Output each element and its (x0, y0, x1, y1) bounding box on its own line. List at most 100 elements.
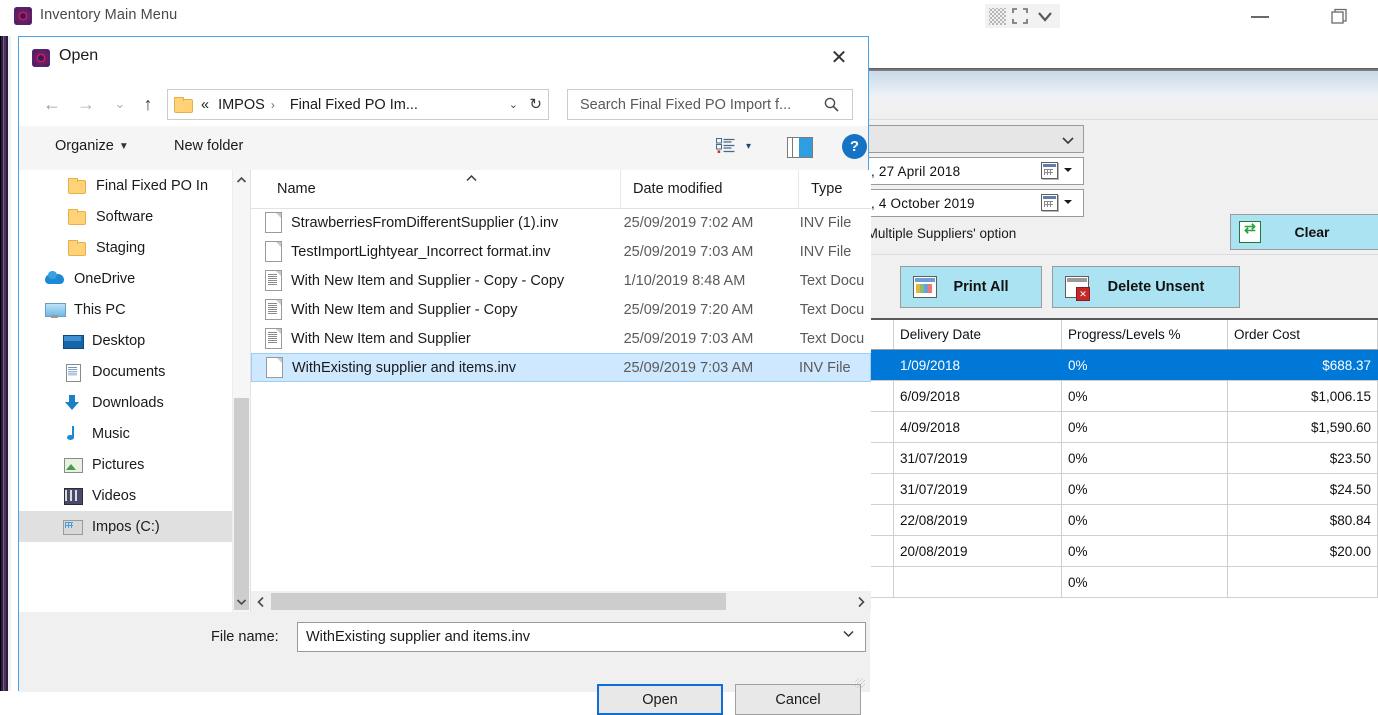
calendar-dropdown-button[interactable] (1041, 162, 1077, 179)
grid-header-progress[interactable]: Progress/Levels % (1062, 320, 1228, 349)
nav-item-label: This PC (74, 301, 126, 318)
nav-item-staging[interactable]: Staging (19, 232, 232, 263)
nav-item-software[interactable]: Software (19, 201, 232, 232)
nav-item-documents[interactable]: Documents (19, 356, 232, 387)
date-to-picker[interactable]: , 4 October 2019 (864, 189, 1084, 217)
cell-delivery-date: 22/08/2019 (894, 505, 1062, 535)
file-list-item[interactable]: StrawberriesFromDifferentSupplier (1).in… (251, 208, 871, 237)
column-header-date-modified[interactable]: Date modified (621, 170, 799, 208)
refresh-icon[interactable]: ↻ (529, 95, 542, 113)
scroll-left-icon[interactable] (253, 593, 269, 610)
file-date-modified: 25/09/2019 7:02 AM (623, 214, 754, 231)
table-row[interactable]: 4/09/2018 0% $1,590.60 (864, 412, 1378, 443)
date-from-picker[interactable]: , 27 April 2018 (864, 157, 1084, 185)
breadcrumb-separator: › (270, 97, 275, 112)
scroll-down-icon[interactable] (233, 592, 250, 612)
preview-pane-icon[interactable] (787, 137, 813, 158)
scrollbar-thumb[interactable] (271, 593, 726, 610)
cancel-button[interactable]: Cancel (735, 684, 861, 715)
nav-item-label: Music (92, 425, 130, 442)
file-list-item[interactable]: WithExisting supplier and items.inv 25/09… (251, 353, 871, 382)
file-list-item[interactable]: TestImportLightyear_Incorrect format.inv… (251, 237, 871, 266)
floating-mini-toolbar[interactable] (985, 4, 1060, 28)
file-list-horizontal-scrollbar[interactable] (251, 591, 871, 612)
nav-item-impos-c[interactable]: Impos (C:) (19, 511, 232, 542)
table-row[interactable]: 22/08/2019 0% $80.84 (864, 505, 1378, 536)
file-list-item[interactable]: With New Item and Supplier 25/09/2019 7:0… (251, 324, 871, 353)
import-panel: , 27 April 2018 , 4 October 2019 'Multip… (860, 32, 1378, 693)
nav-item-final-fixed-po-in[interactable]: Final Fixed PO In (19, 170, 232, 201)
back-button[interactable]: ← (37, 89, 67, 119)
nav-item-downloads[interactable]: Downloads (19, 387, 232, 418)
resize-grip[interactable] (855, 678, 865, 688)
chevron-down-icon[interactable] (842, 629, 855, 641)
pictures-icon (63, 456, 83, 473)
forward-button[interactable]: → (71, 89, 101, 119)
breadcrumb[interactable]: « IMPOS › Final Fixed PO Im... ⌄ ↻ (167, 89, 549, 120)
panel-band (864, 99, 1378, 120)
chevron-down-icon[interactable] (1034, 6, 1056, 26)
cell-progress: 0% (1062, 443, 1228, 473)
purchase-orders-grid[interactable]: Delivery Date Progress/Levels % Order Co… (864, 318, 1378, 693)
file-type: Text Docu (799, 301, 865, 318)
file-list-item[interactable]: With New Item and Supplier - Copy - Copy… (251, 266, 871, 295)
app-window-title: Inventory Main Menu (40, 7, 178, 23)
table-row[interactable]: 0% (864, 567, 1378, 598)
grid-header-order-cost[interactable]: Order Cost (1228, 320, 1378, 349)
date-to-value: , 4 October 2019 (871, 195, 975, 211)
cell-delivery-date: 4/09/2018 (894, 412, 1062, 442)
help-icon[interactable]: ? (842, 134, 867, 159)
app-logo-icon (32, 49, 50, 67)
scrollbar-thumb[interactable] (234, 398, 249, 610)
nav-item-label: Videos (92, 487, 137, 504)
table-row[interactable]: 31/07/2019 0% $24.50 (864, 474, 1378, 505)
column-header-type[interactable]: Type (799, 170, 871, 208)
breadcrumb-part-impos[interactable]: IMPOS (218, 97, 265, 113)
scroll-up-icon[interactable] (233, 170, 250, 190)
expand-icon[interactable] (1010, 6, 1030, 26)
print-all-button[interactable]: Print All (900, 266, 1042, 308)
file-date-modified: 25/09/2019 7:03 AM (623, 243, 754, 260)
table-row[interactable]: 31/07/2019 0% $23.50 (864, 443, 1378, 474)
nav-item-pictures[interactable]: Pictures (19, 449, 232, 480)
table-row[interactable]: 6/09/2018 0% $1,006.15 (864, 381, 1378, 412)
file-list-pane[interactable]: Name Date modified Type StrawberriesFrom… (250, 170, 871, 612)
nav-item-onedrive[interactable]: OneDrive (19, 263, 232, 294)
organize-menu[interactable]: Organize ▼ (55, 138, 129, 154)
chevron-down-icon (1061, 133, 1075, 151)
breadcrumb-part-current[interactable]: Final Fixed PO Im... (290, 97, 418, 113)
navigation-pane[interactable]: Final Fixed PO In Software Staging OneDrive… (19, 170, 232, 612)
clear-button[interactable]: Clear (1230, 214, 1378, 250)
this-pc-icon (45, 301, 66, 318)
supplier-combo[interactable] (864, 125, 1084, 153)
table-row[interactable]: 20/08/2019 0% $20.00 (864, 536, 1378, 567)
nav-item-label: Staging (96, 239, 146, 256)
nav-item-videos[interactable]: Videos (19, 480, 232, 511)
close-icon[interactable]: ✕ (816, 41, 862, 75)
nav-item-music[interactable]: Music (19, 418, 232, 449)
grid-header-delivery-date[interactable]: Delivery Date (894, 320, 1062, 349)
calendar-dropdown-button[interactable] (1041, 194, 1077, 211)
dialog-title: Open (59, 47, 99, 64)
file-list-item[interactable]: With New Item and Supplier - Copy 25/09/2… (251, 295, 871, 324)
column-header-name[interactable]: Name (265, 170, 621, 208)
delete-unsent-button[interactable]: Delete Unsent (1052, 266, 1240, 308)
open-button[interactable]: Open (597, 684, 723, 715)
nav-item-desktop[interactable]: Desktop (19, 325, 232, 356)
recent-locations-button[interactable]: ⌄ (105, 89, 135, 119)
restore-icon[interactable] (1330, 8, 1350, 26)
search-input[interactable]: Search Final Fixed PO Import f... (567, 89, 853, 120)
minimize-button[interactable] (1248, 8, 1274, 24)
table-row[interactable]: 1/09/2018 0% $688.37 (864, 350, 1378, 381)
new-folder-button[interactable]: New folder (174, 138, 243, 154)
file-name-input[interactable]: WithExisting supplier and items.inv (297, 622, 866, 652)
nav-item-this-pc[interactable]: This PC (19, 294, 232, 325)
up-one-level-button[interactable]: ↑ (133, 89, 163, 119)
grid-icon[interactable] (989, 7, 1006, 25)
cell-delivery-date: 20/08/2019 (894, 536, 1062, 566)
nav-pane-scrollbar[interactable] (232, 170, 250, 612)
scroll-right-icon[interactable] (853, 593, 869, 610)
chevron-down-icon[interactable]: ⌄ (509, 98, 518, 111)
view-options-button[interactable]: ▾ (716, 138, 751, 154)
onedrive-icon (45, 270, 65, 287)
